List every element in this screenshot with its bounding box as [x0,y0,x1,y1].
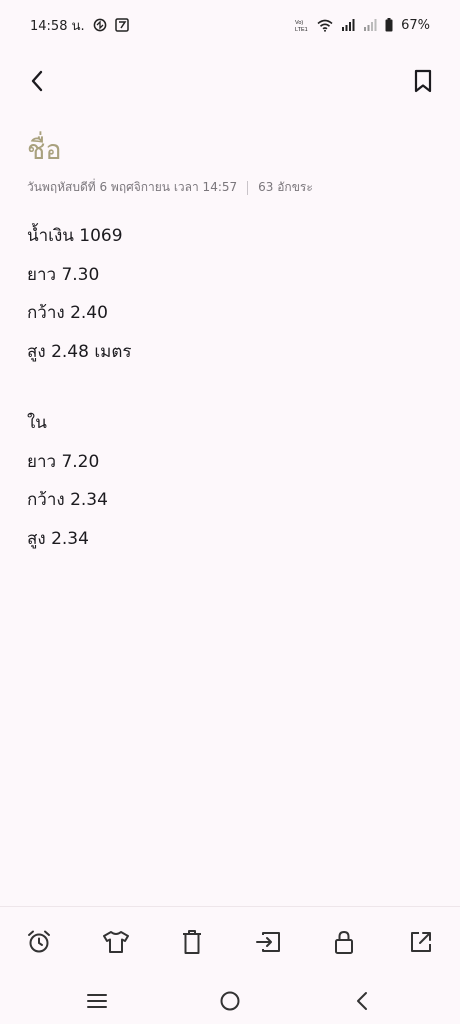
reminder-button[interactable] [24,927,54,957]
meta-divider [247,180,249,195]
note-line: ยาว 7.20 [27,451,100,472]
move-button[interactable] [253,927,283,957]
note-line: น้ำเงิน 1069 [27,226,123,246]
move-icon [256,932,280,952]
bottom-toolbar [0,906,460,978]
battery-percent: 67% [401,17,430,33]
dnd-icon [93,18,107,32]
delete-button[interactable] [177,927,207,957]
lock-button[interactable] [329,927,359,957]
app-notification-icon [114,18,129,32]
recent-apps-button[interactable] [81,986,113,1016]
share-icon [411,932,431,952]
bookmark-button[interactable] [408,64,438,98]
nav-back-button[interactable] [346,986,378,1016]
note-title[interactable]: ชื่อ [27,128,62,171]
home-icon [220,991,240,1011]
wifi-icon [317,19,333,32]
system-nav-bar [0,978,460,1024]
note-line-blank [27,378,437,411]
note-line: ยาว 7.30 [27,264,100,285]
note-line: สูง 2.34 [27,528,89,549]
note-body[interactable]: น้ำเงิน 1069 ยาว 7.30 กว้าง 2.40 สูง 2.4… [27,224,437,565]
note-line: กว้าง 2.40 [27,303,108,323]
svg-text:LTE1: LTE1 [295,27,308,32]
menu-icon [87,994,107,1008]
note-line: สูง 2.48 เมตร [27,341,132,362]
top-app-bar [0,58,460,104]
note-char-count: 63 อักขระ [258,180,313,194]
svg-text:Vo): Vo) [295,20,303,26]
signal-icon [341,19,355,31]
note-date: วันพฤหัสบดีที่ 6 พฤศจิกายน เวลา 14:57 [27,180,238,194]
theme-button[interactable] [101,927,131,957]
trash-icon [183,930,201,954]
shirt-icon [103,931,129,953]
bookmark-icon [414,69,432,93]
note-screen: 14:58 น. Vo) LTE1 67% ชื่อ วันพฤหัสบดีที… [0,0,460,1024]
chevron-left-icon [31,70,43,92]
alarm-icon [28,930,50,953]
status-bar: 14:58 น. Vo) LTE1 67% [0,0,460,50]
note-line: กว้าง 2.34 [27,490,108,510]
status-time: 14:58 น. [30,18,85,34]
signal-2-icon [363,19,377,31]
back-icon [357,992,367,1010]
volte-icon: Vo) LTE1 [295,18,309,32]
home-button[interactable] [214,986,246,1016]
note-meta: วันพฤหัสบดีที่ 6 พฤศจิกายน เวลา 14:57 63… [27,178,313,197]
lock-icon [335,930,353,954]
battery-icon [385,18,393,32]
back-button[interactable] [22,64,52,98]
note-line: ใน [27,413,47,433]
status-right: Vo) LTE1 67% [295,18,430,33]
status-left: 14:58 น. [30,15,129,36]
share-button[interactable] [406,927,436,957]
